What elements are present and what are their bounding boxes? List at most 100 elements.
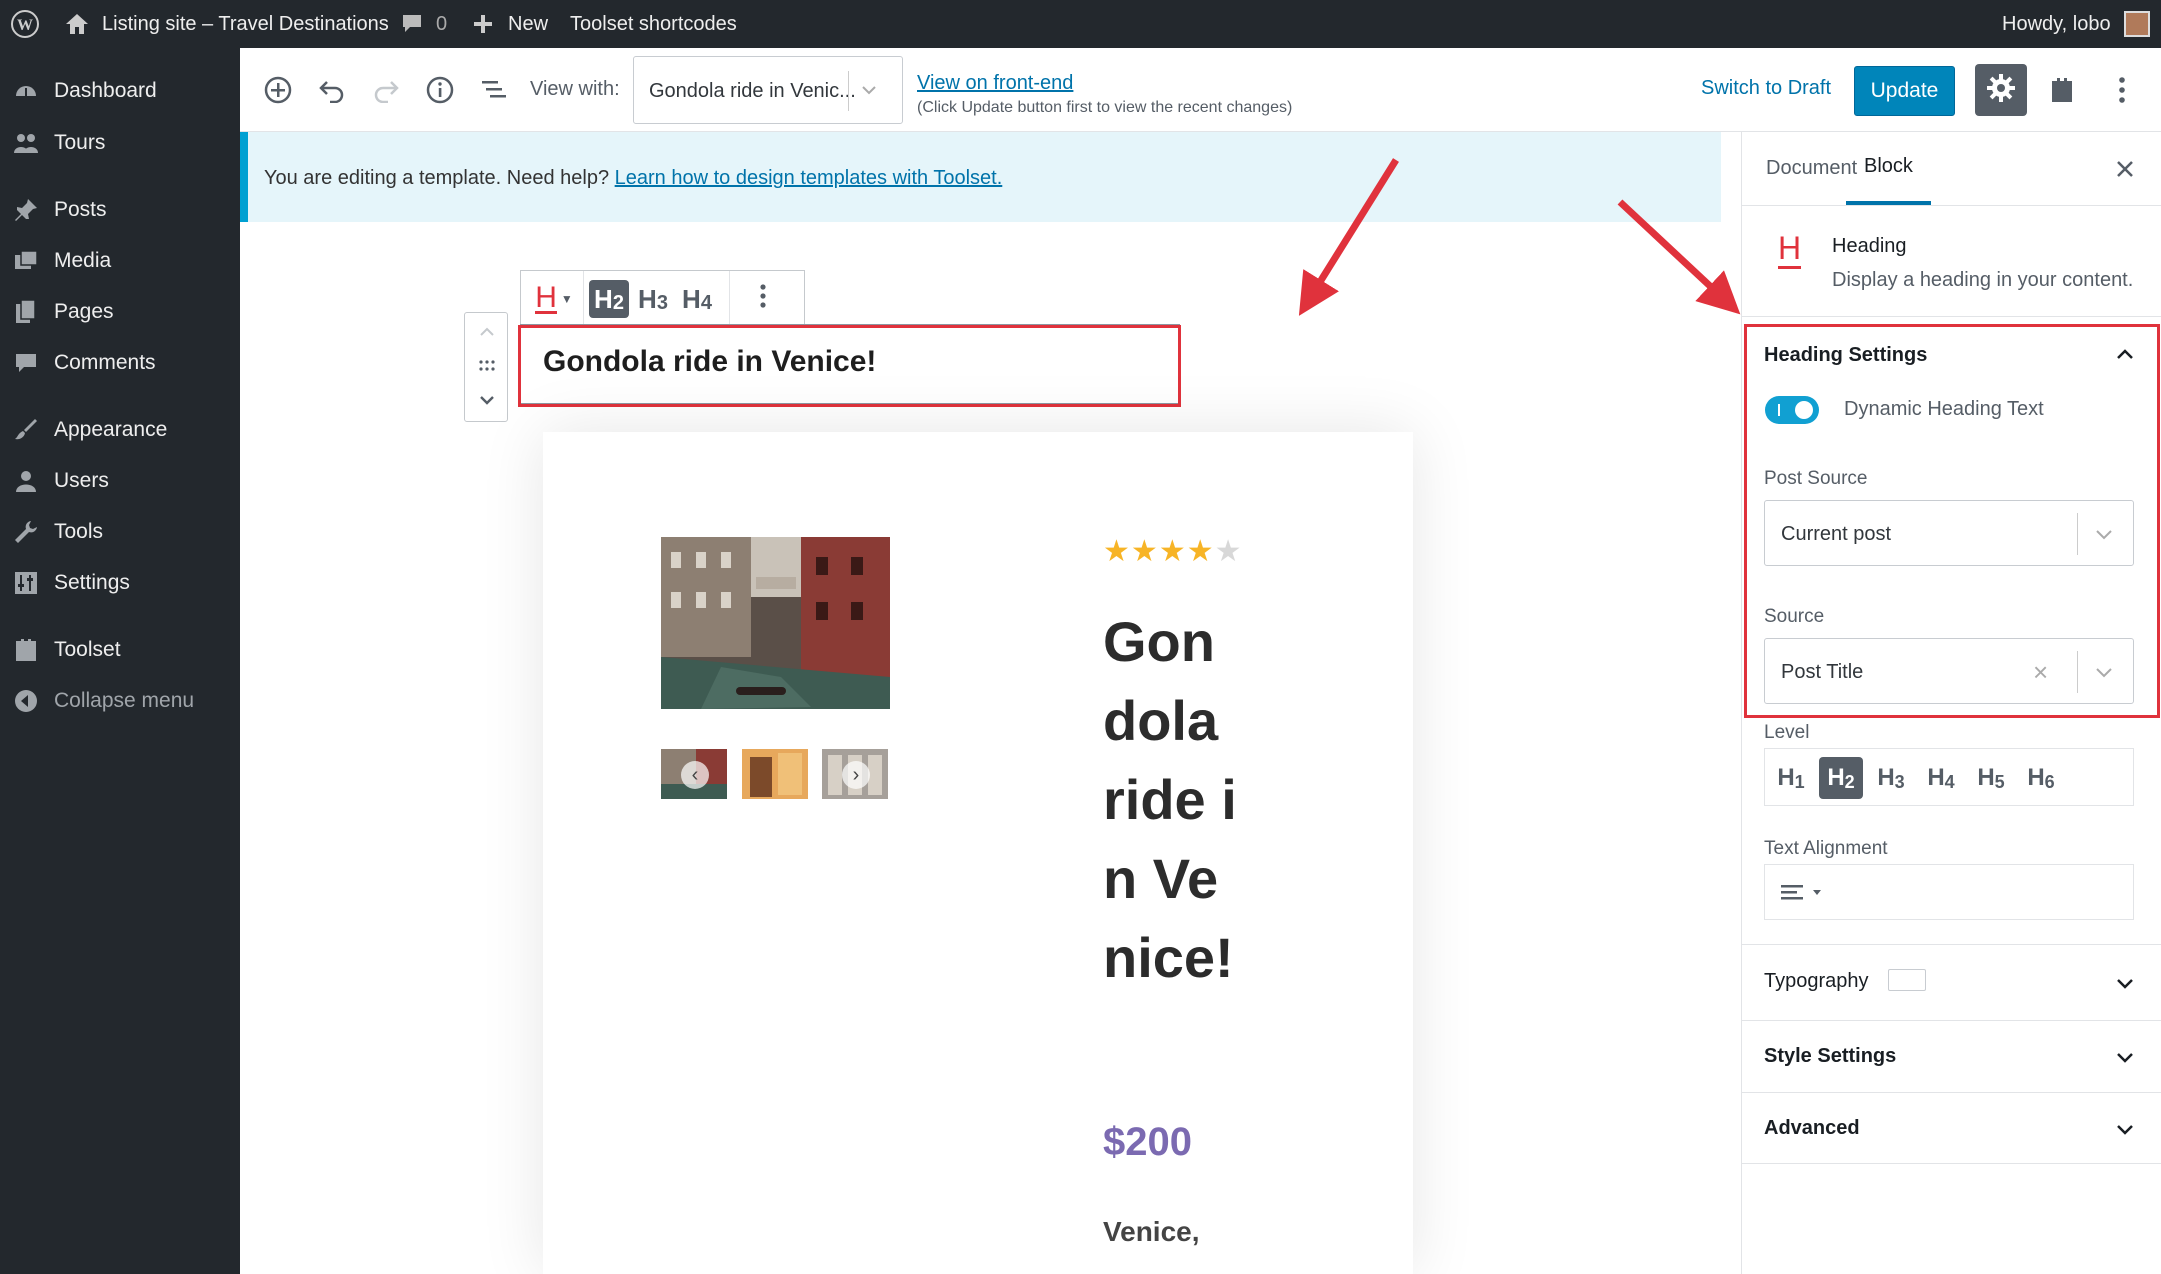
select-separator (848, 71, 849, 111)
block-more-options-button[interactable] (743, 280, 783, 318)
text-alignment-label: Text Alignment (1764, 838, 1888, 859)
close-icon[interactable] (2110, 154, 2140, 184)
level-letter: H (594, 283, 613, 314)
typography-color-swatch[interactable] (1888, 969, 1926, 991)
toolset-shortcodes-link[interactable]: Toolset shortcodes (570, 0, 737, 48)
tours-icon (12, 130, 40, 156)
toolbar-heading-level-3[interactable]: H3 (633, 280, 673, 318)
panel-style-settings[interactable]: Style Settings (1742, 1020, 2161, 1092)
sidebar-item-users[interactable]: Users (0, 456, 240, 506)
level-h2-button[interactable]: H2 (1819, 757, 1863, 799)
level-letter: H (638, 283, 657, 314)
block-navigation-icon[interactable] (474, 70, 514, 110)
tab-block[interactable]: Block (1846, 132, 1931, 205)
panel-advanced-title: Advanced (1764, 1117, 1860, 1139)
view-with-value: Gondola ride in Venic... (649, 80, 856, 102)
toolbar-heading-level-4[interactable]: H4 (677, 280, 717, 318)
block-card-description: Display a heading in your content. (1832, 269, 2134, 291)
panel-typography[interactable]: Typography (1742, 944, 2161, 1020)
update-button[interactable]: Update (1854, 66, 1955, 116)
more-options-icon[interactable] (2102, 70, 2142, 110)
notice-text-wrap: You are editing a template. Need help? L… (264, 167, 1002, 190)
site-name-link[interactable]: Listing site – Travel Destinations (102, 0, 389, 48)
info-icon[interactable] (420, 70, 460, 110)
view-on-front-end-link[interactable]: View on front-end (917, 72, 1073, 95)
level-h3-button[interactable]: H3 (1869, 757, 1913, 799)
redo-icon[interactable] (366, 70, 406, 110)
add-block-icon[interactable] (258, 70, 298, 110)
toolset-plugin-icon[interactable] (2042, 70, 2082, 110)
sidebar-item-tools[interactable]: Tools (0, 507, 240, 557)
level-h1-button[interactable]: H1 (1769, 757, 1813, 799)
tour-main-photo (661, 537, 890, 709)
align-left-button[interactable] (1777, 879, 1827, 912)
collapse-icon (12, 688, 40, 714)
plus-icon[interactable] (472, 0, 494, 48)
template-notice: You are editing a template. Need help? L… (240, 132, 1721, 222)
user-icon (12, 468, 40, 494)
heading-block-type-button[interactable]: H ▼ (531, 280, 577, 318)
gallery-thumbnail[interactable]: › (822, 749, 888, 799)
new-content-link[interactable]: New (508, 0, 548, 48)
move-down-icon[interactable] (476, 391, 498, 414)
sidebar-collapse-menu[interactable]: Collapse menu (0, 676, 240, 726)
more-options-icon (759, 282, 767, 317)
editor-header-toolbar: View with: Gondola ride in Venic... View… (240, 48, 2161, 132)
sidebar-item-comments[interactable]: Comments (0, 338, 240, 388)
sidebar-item-posts[interactable]: Posts (0, 185, 240, 235)
switch-to-draft-button[interactable]: Switch to Draft (1701, 77, 1831, 100)
paintbrush-icon (12, 417, 40, 443)
level-letter: H (1827, 764, 1845, 791)
level-h5-button[interactable]: H5 (1969, 757, 2013, 799)
move-up-icon[interactable] (476, 323, 498, 346)
level-number: 3 (656, 291, 668, 314)
wordpress-logo-icon[interactable]: W (10, 0, 40, 48)
sidebar-item-appearance[interactable]: Appearance (0, 405, 240, 455)
level-number: 1 (1794, 771, 1805, 792)
comment-bubble-icon[interactable] (400, 0, 424, 48)
howdy-user-link[interactable]: Howdy, lobo (2002, 0, 2111, 48)
level-letter: H (1777, 764, 1795, 791)
chevron-down-icon (2114, 972, 2136, 999)
learn-templates-link[interactable]: Learn how to design templates with Tools… (615, 167, 1003, 189)
level-h6-button[interactable]: H6 (2019, 757, 2063, 799)
level-number: 4 (1944, 771, 1955, 792)
svg-text:W: W (17, 17, 33, 34)
settings-gear-button[interactable] (1975, 64, 2027, 116)
gallery-prev-icon[interactable]: ‹ (681, 761, 709, 789)
level-letter: H (2027, 764, 2045, 791)
toolbar-heading-level-2[interactable]: H2 (589, 280, 629, 318)
admin-sidebar: Dashboard Tours Posts Media Pages Commen… (0, 48, 240, 1274)
gallery-next-icon[interactable]: › (842, 761, 870, 789)
gallery-thumbnail[interactable] (742, 749, 808, 799)
tour-title: Gondola ride in Venice! (1103, 610, 1237, 989)
home-icon[interactable] (64, 0, 90, 48)
tour-card-preview: ‹ › ★★★★★ Gondola ride in Venice! $200 V… (543, 432, 1413, 1274)
star-filled-icon: ★ (1130, 535, 1159, 568)
drag-handle-icon[interactable] (477, 359, 497, 378)
caret-down-icon: ▼ (560, 292, 573, 306)
sidebar-item-dashboard[interactable]: Dashboard (0, 66, 240, 116)
tab-document[interactable]: Document (1766, 132, 1857, 205)
avatar[interactable] (2124, 0, 2150, 48)
sidebar-item-pages[interactable]: Pages (0, 287, 240, 337)
gear-icon (1986, 73, 2016, 108)
gallery-thumbnail[interactable]: ‹ (661, 749, 727, 799)
media-icon (12, 248, 40, 274)
level-number: 5 (1994, 771, 2005, 792)
level-letter: H (1877, 764, 1895, 791)
sidebar-item-toolset[interactable]: Toolset (0, 625, 240, 675)
view-with-select[interactable]: Gondola ride in Venic... (633, 56, 903, 124)
undo-icon[interactable] (312, 70, 352, 110)
sidebar-item-settings[interactable]: Settings (0, 558, 240, 608)
sidebar-item-media[interactable]: Media (0, 236, 240, 286)
level-letter: H (1927, 764, 1945, 791)
panel-style-settings-title: Style Settings (1764, 1045, 1897, 1067)
comments-count[interactable]: 0 (436, 0, 447, 48)
text-alignment-control (1764, 864, 2134, 920)
sidebar-item-tours[interactable]: Tours (0, 118, 240, 168)
level-h4-button[interactable]: H4 (1919, 757, 1963, 799)
panel-advanced[interactable]: Advanced (1742, 1092, 2161, 1164)
star-filled-icon: ★ (1158, 535, 1187, 568)
star-empty-icon: ★ (1214, 535, 1243, 568)
